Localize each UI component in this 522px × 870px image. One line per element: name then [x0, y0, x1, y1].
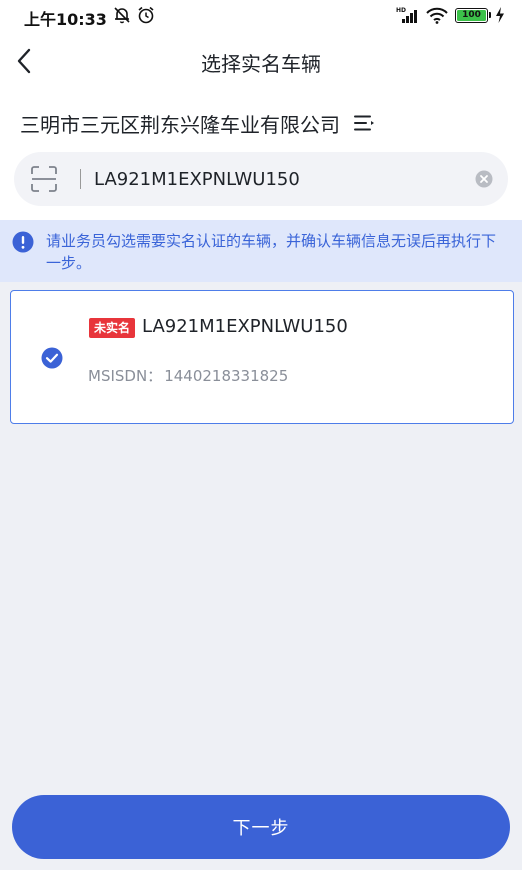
battery-icon: 100	[455, 8, 488, 23]
status-bar: 上午10:33 HD 100	[0, 0, 522, 32]
clear-icon[interactable]	[475, 170, 493, 188]
company-selector[interactable]: 三明市三元区荆东兴隆车业有限公司	[20, 108, 376, 138]
vehicle-card[interactable]: 未实名 LA921M1EXPNLWU150 MSISDN： 14402183318…	[10, 290, 514, 424]
company-name: 三明市三元区荆东兴隆车业有限公司	[20, 112, 340, 137]
svg-text:HD: HD	[396, 7, 406, 14]
search-bar	[14, 152, 508, 206]
nav-bar: 选择实名车辆	[0, 36, 522, 86]
page-title: 选择实名车辆	[201, 52, 321, 76]
status-badge: 未实名	[89, 318, 136, 338]
battery-level: 100	[457, 10, 486, 21]
search-divider	[80, 169, 81, 189]
notice-text: 请业务员勾选需要实名认证的车辆，并确认车辆信息无误后再执行下一步。	[46, 232, 497, 272]
scan-icon[interactable]	[30, 165, 58, 193]
signal-hd-icon: HD	[396, 7, 417, 23]
msisdn-value: 1440218331825	[164, 367, 289, 385]
info-icon	[12, 231, 34, 253]
battery-cap	[489, 12, 491, 18]
next-step-button[interactable]: 下一步	[12, 795, 510, 859]
status-time: 上午10:33	[24, 10, 107, 29]
alarm-icon	[138, 6, 154, 24]
vehicle-vin: LA921M1EXPNLWU150	[142, 316, 348, 337]
menu-icon[interactable]	[354, 114, 376, 132]
notice-banner: 请业务员勾选需要实名认证的车辆，并确认车辆信息无误后再执行下一步。	[0, 220, 522, 282]
charging-icon	[496, 7, 504, 23]
search-input[interactable]	[94, 162, 464, 196]
msisdn-label: MSISDN：	[88, 367, 163, 385]
bell-off-icon	[114, 7, 130, 24]
checkbox-checked-icon[interactable]	[41, 347, 63, 369]
wifi-icon	[426, 7, 448, 24]
vehicle-msisdn: MSISDN： 1440218331825	[88, 365, 288, 386]
